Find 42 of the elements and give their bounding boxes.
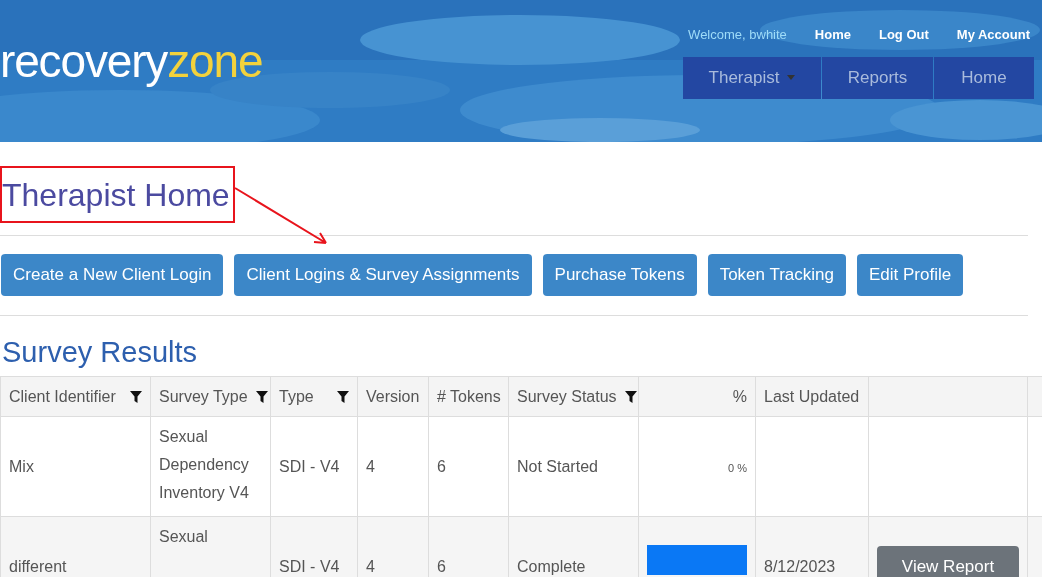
column-header: Type — [279, 386, 314, 407]
action-button[interactable]: Client Logins & Survey Assignments — [234, 254, 532, 296]
filter-icon[interactable] — [130, 390, 142, 403]
nav-tab[interactable]: Reports — [822, 56, 933, 99]
top-link[interactable]: My Account — [956, 25, 1030, 45]
nav-tab[interactable]: Therapist — [683, 56, 821, 99]
table-cell: Mix — [9, 457, 34, 475]
table-cell: Sexual — [159, 528, 208, 546]
column-header: # Tokens — [437, 386, 501, 407]
table-cell: SDI - V4 — [279, 557, 340, 575]
welcome-text: Welcome, bwhite — [688, 26, 787, 44]
table-cell: Not Started — [517, 457, 598, 475]
top-link[interactable]: Home — [814, 25, 851, 45]
column-header: % — [732, 386, 747, 407]
filter-icon[interactable] — [337, 390, 349, 403]
table-cell: 4 — [366, 557, 375, 575]
top-link[interactable]: Log Out — [878, 25, 929, 45]
percent-text: 0 % — [728, 461, 747, 474]
table-cell: 6 — [437, 457, 446, 475]
nav-tab[interactable]: Home — [934, 56, 1034, 99]
table-cell: Sexual Dependency Inventory V4 — [159, 428, 249, 502]
column-header: Survey Status — [517, 386, 617, 407]
page-title: Therapist Home — [2, 175, 230, 215]
action-button[interactable]: Token Tracking — [707, 254, 846, 296]
action-button[interactable]: Create a New Client Login — [1, 254, 224, 296]
filter-icon[interactable] — [255, 390, 268, 403]
action-button[interactable]: Purchase Tokens — [542, 254, 697, 296]
column-header: Last Updated — [764, 386, 860, 407]
table-cell: 6 — [437, 557, 446, 575]
table-cell: 8/12/2023 — [764, 557, 836, 575]
view-report-button[interactable]: View Report — [877, 545, 1019, 577]
column-header: Client Identifier — [9, 386, 116, 407]
table-cell: Complete — [517, 557, 586, 575]
column-header: Version — [366, 386, 420, 407]
section-title: Survey Results — [2, 335, 198, 370]
action-button[interactable]: Edit Profile — [857, 254, 964, 296]
table-cell: different — [9, 557, 67, 575]
logo[interactable]: recoveryzone — [0, 38, 263, 142]
table-cell: 4 — [366, 457, 375, 475]
filter-icon[interactable] — [624, 390, 637, 403]
table-cell: SDI - V4 — [279, 457, 340, 475]
column-header: Survey Type — [159, 386, 248, 407]
